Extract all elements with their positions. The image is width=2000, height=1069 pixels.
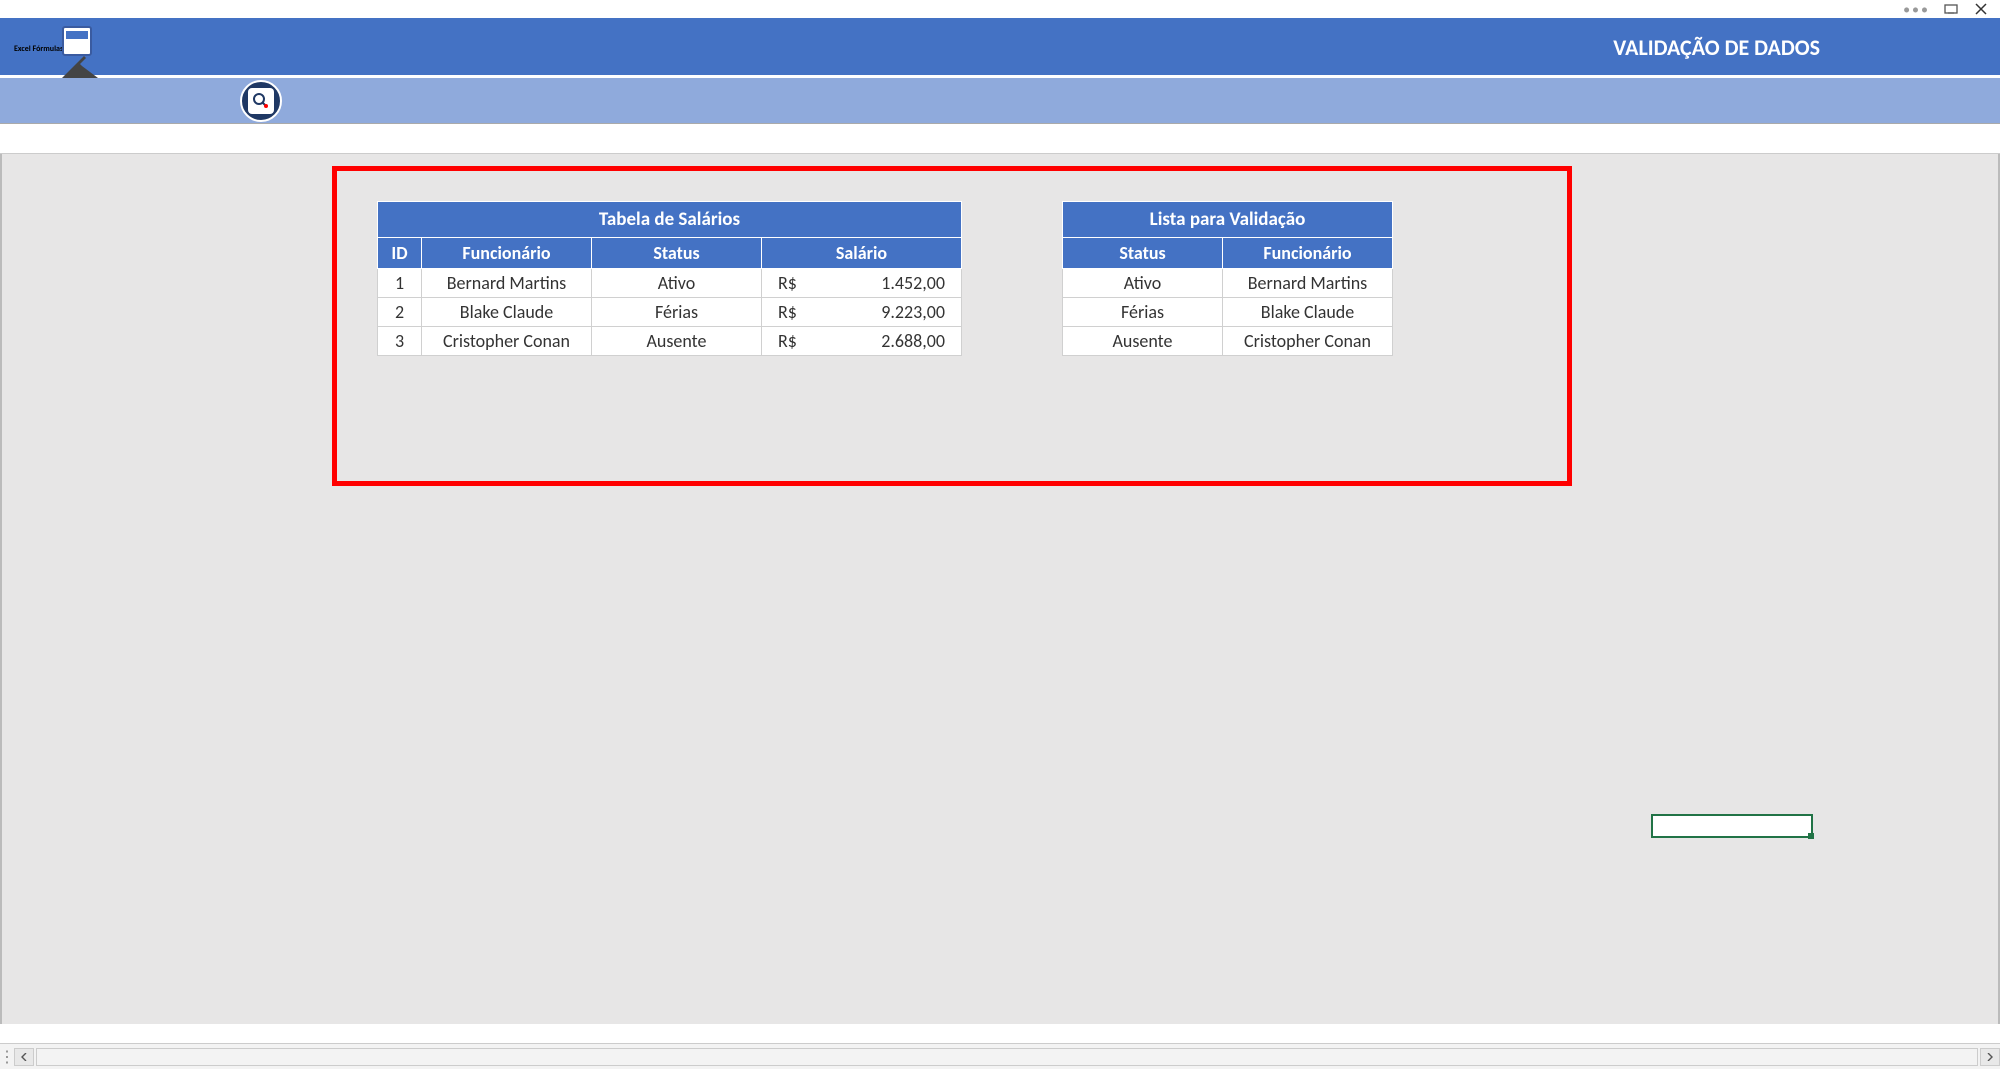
horizontal-scrollbar: ⋮ <box>0 1043 2000 1069</box>
cell-id[interactable]: 1 <box>378 269 422 298</box>
table-title: Lista para Validação <box>1063 202 1393 238</box>
cell-status[interactable]: Ausente <box>592 327 762 356</box>
validation-list-table: Lista para Validação Status Funcionário … <box>1062 201 1393 356</box>
cell-status[interactable]: Férias <box>592 298 762 327</box>
cell-salario[interactable]: R$2.688,00 <box>762 327 962 356</box>
table-row: 2 Blake Claude Férias R$9.223,00 <box>378 298 962 327</box>
search-tool-button[interactable] <box>240 80 282 122</box>
cell-salario[interactable]: R$1.452,00 <box>762 269 962 298</box>
table-row: Férias Blake Claude <box>1063 298 1393 327</box>
cell-id[interactable]: 2 <box>378 298 422 327</box>
table-row: Ativo Bernard Martins <box>1063 269 1393 298</box>
th-funcionario: Funcionário <box>422 238 592 269</box>
cell-funcionario[interactable]: Cristopher Conan <box>1223 327 1393 356</box>
th-id: ID <box>378 238 422 269</box>
cell-funcionario[interactable]: Bernard Martins <box>422 269 592 298</box>
th-status: Status <box>592 238 762 269</box>
logo-text: Excel Fórmulas <box>14 44 63 54</box>
cell-id[interactable]: 3 <box>378 327 422 356</box>
cell-status[interactable]: Férias <box>1063 298 1223 327</box>
ribbon-display-button[interactable] <box>1942 0 1960 18</box>
app-logo: Excel Fórmulas <box>0 32 40 62</box>
cell-status[interactable]: Ativo <box>592 269 762 298</box>
spacer-bar <box>0 124 2000 154</box>
window-titlebar: ••• <box>0 0 2000 18</box>
hand-icon <box>60 50 100 85</box>
page-title: VALIDAÇÃO DE DADOS <box>1613 34 1820 61</box>
more-options-icon[interactable]: ••• <box>1903 1 1930 18</box>
scroll-right-button[interactable] <box>1980 1048 2000 1066</box>
magnifier-icon <box>252 92 270 110</box>
toolbar <box>0 78 2000 124</box>
cell-status[interactable]: Ausente <box>1063 327 1223 356</box>
app-header: Excel Fórmulas VALIDAÇÃO DE DADOS <box>0 18 2000 78</box>
th-status: Status <box>1063 238 1223 269</box>
table-title: Tabela de Salários <box>378 202 962 238</box>
close-button[interactable] <box>1972 0 1990 18</box>
cell-funcionario[interactable]: Blake Claude <box>422 298 592 327</box>
cell-funcionario[interactable]: Cristopher Conan <box>422 327 592 356</box>
cell-salario[interactable]: R$9.223,00 <box>762 298 962 327</box>
selection-highlight: Tabela de Salários ID Funcionário Status… <box>332 166 1572 486</box>
sheet-tab-grip-icon[interactable]: ⋮ <box>0 1047 14 1067</box>
th-funcionario: Funcionário <box>1223 238 1393 269</box>
scroll-track[interactable] <box>36 1048 1978 1066</box>
active-cell-cursor[interactable] <box>1651 814 1813 838</box>
worksheet-area[interactable]: Tabela de Salários ID Funcionário Status… <box>0 154 2000 1024</box>
table-row: 1 Bernard Martins Ativo R$1.452,00 <box>378 269 962 298</box>
table-row: 3 Cristopher Conan Ausente R$2.688,00 <box>378 327 962 356</box>
cell-funcionario[interactable]: Blake Claude <box>1223 298 1393 327</box>
salary-table: Tabela de Salários ID Funcionário Status… <box>377 201 962 356</box>
scroll-left-button[interactable] <box>14 1048 34 1066</box>
table-row: Ausente Cristopher Conan <box>1063 327 1393 356</box>
cell-funcionario[interactable]: Bernard Martins <box>1223 269 1393 298</box>
cell-status[interactable]: Ativo <box>1063 269 1223 298</box>
th-salario: Salário <box>762 238 962 269</box>
